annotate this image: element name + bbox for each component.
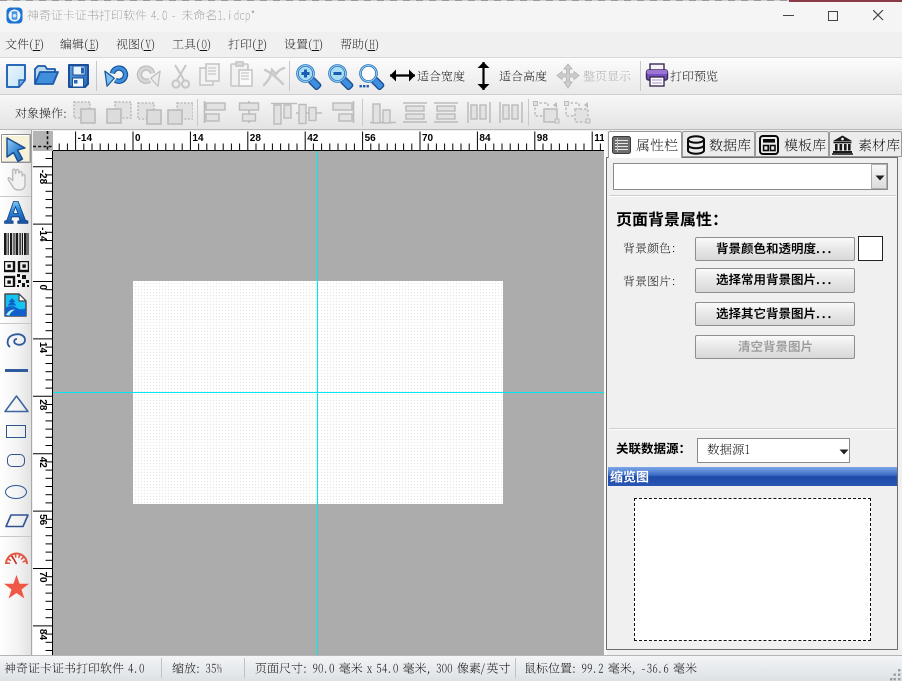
svg-text:14: 14 (37, 342, 48, 354)
svg-text:28: 28 (250, 133, 262, 144)
svg-text:0: 0 (135, 133, 141, 144)
svg-text:42: 42 (307, 133, 319, 144)
svg-text:56: 56 (37, 514, 48, 526)
svg-text:70: 70 (422, 133, 434, 144)
svg-text:70: 70 (37, 572, 48, 584)
svg-text:56: 56 (365, 133, 377, 144)
svg-text:112: 112 (594, 133, 604, 144)
svg-text:42: 42 (37, 457, 48, 469)
svg-text:98: 98 (537, 133, 549, 144)
svg-text:84: 84 (37, 629, 48, 641)
svg-text:14: 14 (192, 133, 204, 144)
svg-text:-14: -14 (37, 227, 48, 242)
svg-text:-28: -28 (37, 170, 48, 185)
svg-text:28: 28 (37, 399, 48, 411)
svg-text:-14: -14 (78, 133, 93, 144)
svg-text:84: 84 (479, 133, 491, 144)
